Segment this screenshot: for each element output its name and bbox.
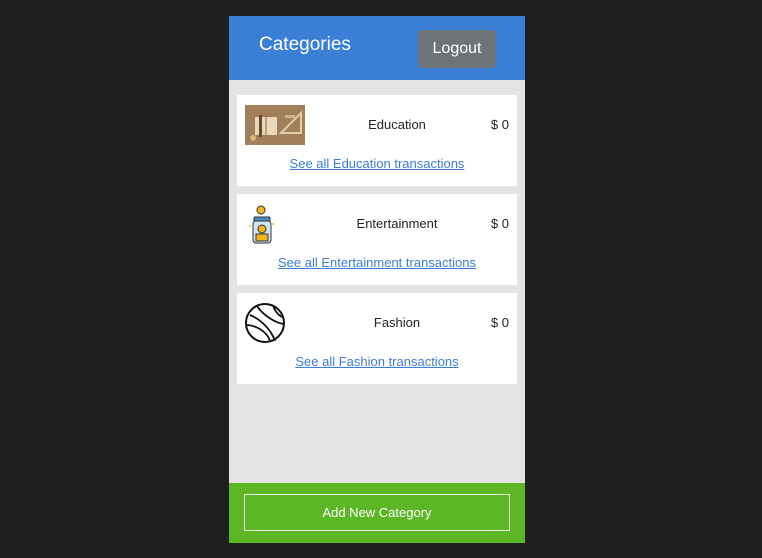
category-amount: $ 0 [490, 315, 509, 330]
footer-bar: Add New Category [229, 483, 525, 543]
education-photo-icon [245, 105, 305, 145]
see-all-transactions-link[interactable]: See all Entertainment transactions [237, 255, 517, 270]
see-all-transactions-link[interactable]: See all Education transactions [237, 156, 517, 171]
page-title: Categories [259, 34, 351, 55]
see-all-transactions-link[interactable]: See all Fashion transactions [237, 354, 517, 369]
category-card-fashion: Fashion $ 0 See all Fashion transactions [237, 293, 517, 384]
coin-jar-icon [245, 204, 305, 244]
add-new-category-button[interactable]: Add New Category [244, 494, 510, 531]
category-name: Entertainment [356, 216, 438, 231]
app-screen: Categories Logout Education $ 0 See all … [229, 16, 525, 543]
basketball-icon [245, 303, 305, 343]
category-name: Education [368, 117, 426, 132]
logout-button[interactable]: Logout [418, 30, 496, 68]
category-name: Fashion [373, 315, 421, 330]
category-card-entertainment: Entertainment $ 0 See all Entertainment … [237, 194, 517, 285]
category-card-education: Education $ 0 See all Education transact… [237, 95, 517, 186]
header-bar: Categories Logout [229, 16, 525, 80]
category-amount: $ 0 [490, 117, 509, 132]
category-amount: $ 0 [490, 216, 509, 231]
category-list: Education $ 0 See all Education transact… [229, 80, 525, 384]
